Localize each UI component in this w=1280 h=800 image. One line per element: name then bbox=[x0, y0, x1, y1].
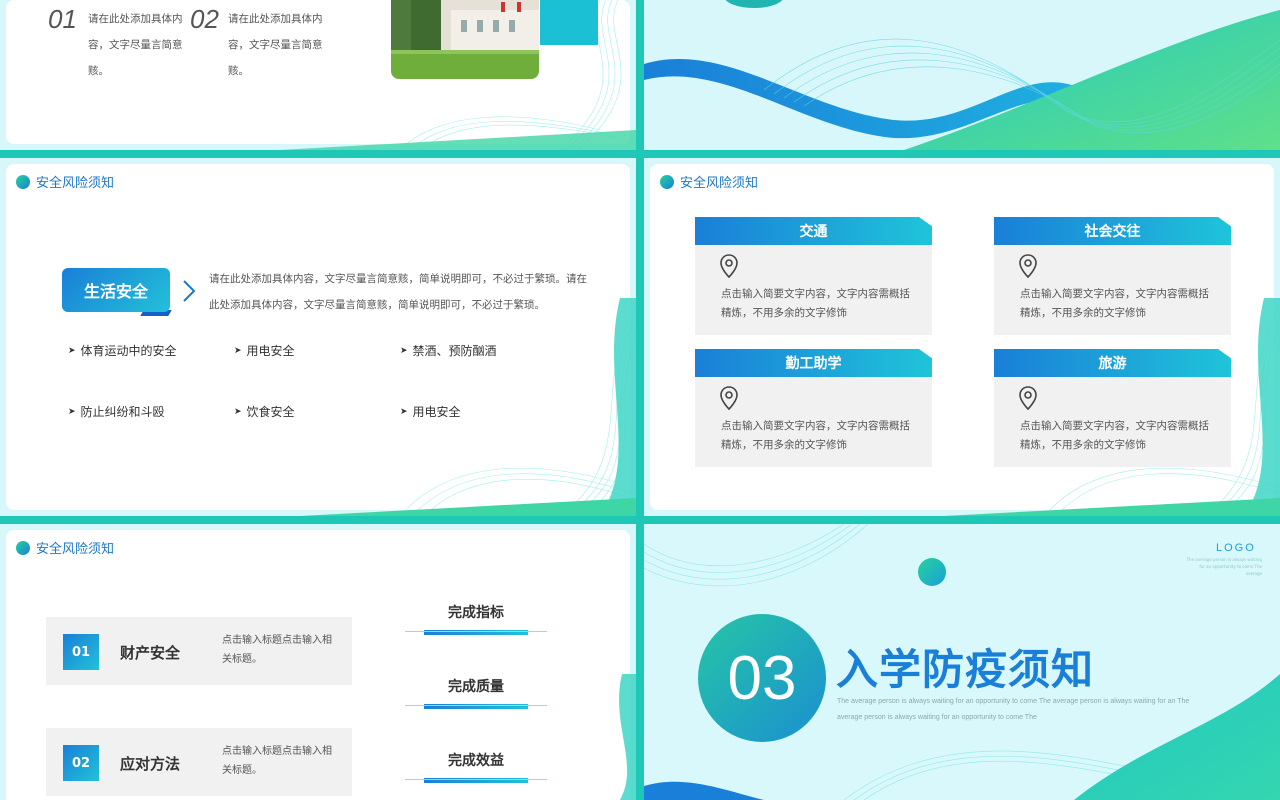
triangle-right-icon: ➤ bbox=[68, 406, 76, 417]
bullet-label: 饮食安全 bbox=[246, 405, 295, 419]
bullet-item: ➤ 体育运动中的安全 bbox=[68, 342, 177, 359]
card-title: 勤工助学 bbox=[695, 349, 933, 377]
bullet-label: 体育运动中的安全 bbox=[80, 344, 177, 358]
bullet-item: ➤ 用电安全 bbox=[234, 342, 295, 359]
chevron-right-icon bbox=[180, 278, 198, 310]
card-text: 点击输入简要文字内容，文字内容需概括精炼，不用多余的文字修饰 bbox=[1020, 288, 1209, 319]
section-title: 安全风险须知 bbox=[36, 542, 115, 557]
slide-3[interactable]: 安全风险须知 bbox=[0, 158, 636, 516]
triangle-right-icon: ➤ bbox=[234, 345, 242, 356]
section-header: 安全风险须知 bbox=[660, 172, 758, 191]
divider bbox=[405, 631, 547, 632]
item-title: 应对方法 bbox=[120, 755, 181, 773]
completion-label: 完成质量 bbox=[448, 679, 504, 695]
list-item: 01 财产安全 点击输入标题点击输入相关标题。 bbox=[46, 617, 352, 685]
list-item: 02 应对方法 点击输入标题点击输入相关标题。 bbox=[46, 728, 352, 796]
info-card: 交通 点击输入简要文字内容，文字内容需概括精炼，不用多余的文字修饰 bbox=[695, 217, 933, 335]
location-pin-icon bbox=[1019, 386, 1037, 411]
bullet-label: 用电安全 bbox=[412, 405, 461, 419]
triangle-right-icon: ➤ bbox=[234, 406, 242, 417]
completion-label: 完成指标 bbox=[448, 605, 504, 621]
slide-4[interactable]: 安全风险须知 交通 点击输入简要文字内容，文字内容需概括精炼，不用多余的文字修饰… bbox=[644, 158, 1280, 516]
info-card: 勤工助学 点击输入简要文字内容，文字内容需概括精炼，不用多余的文字修饰 bbox=[695, 349, 933, 467]
info-card: 旅游 点击输入简要文字内容，文字内容需概括精炼，不用多余的文字修饰 bbox=[994, 349, 1232, 467]
item-number: 02 bbox=[63, 745, 99, 781]
chapter-title: 入学防疫须知 bbox=[836, 645, 1095, 694]
item-description: 点击输入标题点击输入相关标题。 bbox=[222, 746, 332, 776]
gradient-dot-icon bbox=[16, 174, 30, 189]
gradient-ball-icon bbox=[918, 558, 946, 586]
item-text-02: 请在此处添加具体内容，文字尽量言简意赅。 bbox=[228, 13, 323, 77]
card-title: 旅游 bbox=[994, 349, 1232, 377]
completion-item: 完成质量 bbox=[405, 676, 547, 709]
life-safety-label: 生活安全 bbox=[62, 268, 170, 312]
card-title: 社会交往 bbox=[994, 217, 1232, 245]
gradient-dot-icon bbox=[660, 174, 674, 189]
completion-label: 完成效益 bbox=[448, 753, 504, 769]
description-text: 请在此处添加具体内容，文字尽量言简意赅，简单说明即可，不必过于繁琐。请在此处添加… bbox=[209, 273, 587, 311]
bullet-item: ➤ 饮食安全 bbox=[234, 403, 295, 420]
item-number-02: 02 bbox=[190, 4, 219, 34]
slide-2[interactable] bbox=[644, 0, 1280, 150]
section-title: 安全风险须知 bbox=[36, 176, 115, 191]
card-text: 点击输入简要文字内容，文字内容需概括精炼，不用多余的文字修饰 bbox=[721, 288, 910, 319]
divider bbox=[405, 705, 547, 706]
triangle-right-icon: ➤ bbox=[400, 406, 408, 417]
triangle-right-icon: ➤ bbox=[400, 345, 408, 356]
chapter-subtitle: The average person is always waiting for… bbox=[837, 698, 1190, 721]
item-text-01: 请在此处添加具体内容，文字尽量言简意赅。 bbox=[88, 13, 183, 77]
bullet-label: 防止纠纷和斗殴 bbox=[80, 405, 165, 419]
bullet-item: ➤ 防止纠纷和斗殴 bbox=[68, 403, 165, 420]
bullet-item: ➤ 禁酒、预防酗酒 bbox=[400, 342, 497, 359]
building-photo bbox=[391, 0, 539, 79]
wave-graphic bbox=[644, 0, 1280, 150]
card-text: 点击输入简要文字内容，文字内容需概括精炼，不用多余的文字修饰 bbox=[1020, 420, 1209, 451]
card-text: 点击输入简要文字内容，文字内容需概括精炼，不用多余的文字修饰 bbox=[721, 420, 910, 451]
teal-accent-block bbox=[540, 0, 598, 45]
completion-item: 完成效益 bbox=[405, 750, 547, 783]
location-pin-icon bbox=[720, 254, 738, 279]
info-card: 社会交往 点击输入简要文字内容，文字内容需概括精炼，不用多余的文字修饰 bbox=[994, 217, 1232, 335]
bullet-label: 用电安全 bbox=[246, 344, 295, 358]
section-header: 安全风险须知 bbox=[16, 538, 114, 557]
slide-6[interactable]: LOGO The average person is always waitin… bbox=[644, 524, 1280, 800]
logo-text: LOGO bbox=[1216, 542, 1256, 554]
divider bbox=[405, 779, 547, 780]
slide-5[interactable]: 安全风险须知 01 财产安全 点击输入标题点击输入相关标题。 02 应对方法 点… bbox=[0, 524, 636, 800]
section-title: 安全风险须知 bbox=[680, 176, 759, 191]
bullet-label: 禁酒、预防酗酒 bbox=[412, 344, 497, 358]
gradient-dot-icon bbox=[16, 540, 30, 555]
item-title: 财产安全 bbox=[120, 644, 181, 662]
item-number: 01 bbox=[63, 634, 99, 670]
chapter-number: 03 bbox=[698, 614, 826, 742]
completion-item: 完成指标 bbox=[405, 602, 547, 635]
logo-subtext: The average person is always waiting for… bbox=[1186, 557, 1262, 576]
section-header: 安全风险须知 bbox=[16, 172, 114, 191]
slide-1[interactable]: 01 请在此处添加具体内容，文字尽量言简意赅。 02 请在此处添加具体内容，文字… bbox=[0, 0, 636, 150]
wave-decoration bbox=[300, 298, 636, 516]
location-pin-icon bbox=[1019, 254, 1037, 279]
bullet-item: ➤ 用电安全 bbox=[400, 403, 461, 420]
item-number-01: 01 bbox=[48, 4, 77, 34]
card-title: 交通 bbox=[695, 217, 933, 245]
location-pin-icon bbox=[720, 386, 738, 411]
triangle-right-icon: ➤ bbox=[68, 345, 76, 356]
item-description: 点击输入标题点击输入相关标题。 bbox=[222, 635, 332, 665]
